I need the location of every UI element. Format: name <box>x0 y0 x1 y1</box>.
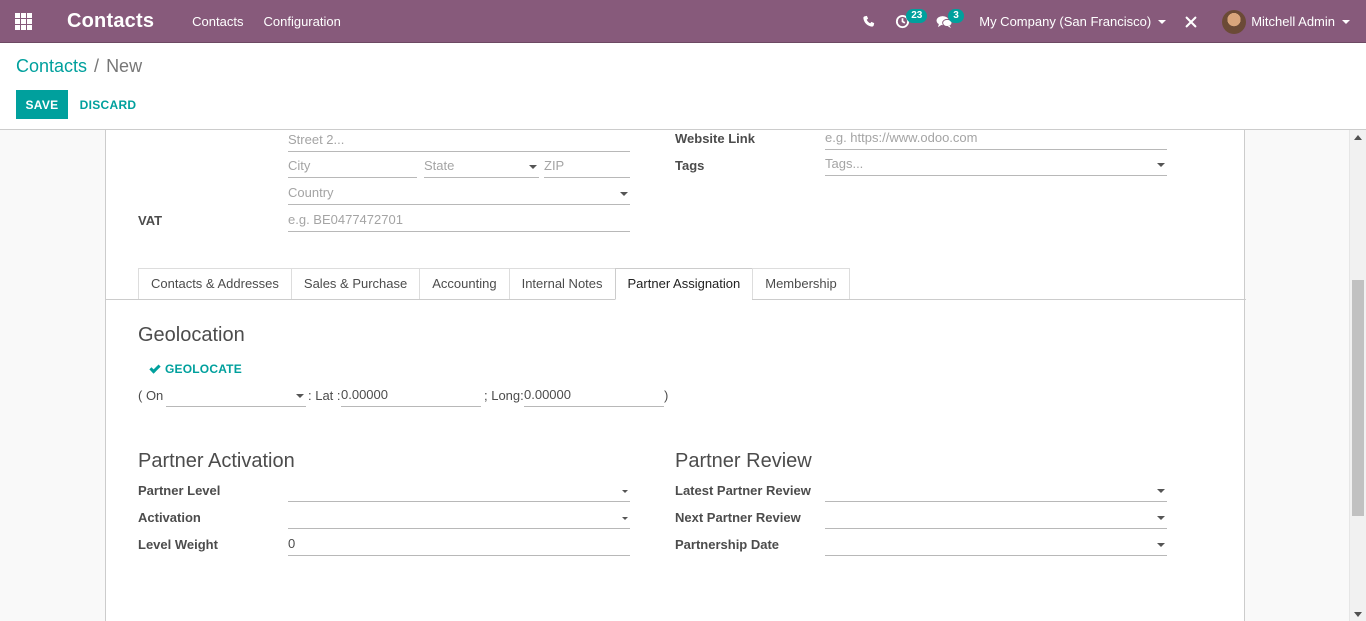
latest-review-date[interactable] <box>825 480 1167 502</box>
activation-label: Activation <box>138 510 201 525</box>
geo-date-select[interactable] <box>166 385 306 407</box>
scrollbar-thumb[interactable] <box>1352 280 1364 516</box>
geo-on-prefix: ( On <box>138 388 164 403</box>
website-label: Website Link <box>675 131 755 146</box>
partnership-date[interactable] <box>825 534 1167 556</box>
state-select[interactable]: State <box>424 156 539 178</box>
messages-icon[interactable]: 3 <box>936 0 964 43</box>
geo-close-paren: ) <box>664 388 669 403</box>
control-panel: Contacts / New SAVE DISCARD <box>0 43 1366 130</box>
discard-button[interactable]: DISCARD <box>75 90 141 119</box>
tags-label: Tags <box>675 158 705 173</box>
chevron-down-icon <box>1157 489 1165 493</box>
user-name: Mitchell Admin <box>1251 14 1335 29</box>
partner-level-label: Partner Level <box>138 483 221 498</box>
zip-field[interactable]: ZIP <box>544 156 630 178</box>
chevron-down-icon <box>620 192 628 196</box>
lat-label: : Lat : <box>308 388 341 403</box>
activity-clock-icon[interactable]: 23 <box>895 0 928 43</box>
tab-internal-notes[interactable]: Internal Notes <box>508 268 615 300</box>
breadcrumb-separator: / <box>94 56 100 76</box>
menu-contacts[interactable]: Contacts <box>192 14 243 29</box>
level-weight-field[interactable]: 0 <box>288 534 630 556</box>
phone-icon[interactable] <box>862 0 875 43</box>
save-button[interactable]: SAVE <box>16 90 68 119</box>
form-sheet: Street 2... City State ZIP Country VAT e… <box>105 128 1246 621</box>
long-label: ; Long: <box>484 388 524 403</box>
top-navbar: Contacts Contacts Configuration 23 3 My … <box>0 0 1366 43</box>
activation-select[interactable] <box>288 507 630 529</box>
website-field[interactable]: e.g. https://www.odoo.com <box>825 128 1167 150</box>
country-select[interactable]: Country <box>288 183 630 205</box>
vertical-scrollbar[interactable] <box>1349 130 1366 621</box>
chevron-down-icon <box>622 490 628 493</box>
tags-select[interactable]: Tags... <box>825 154 1167 176</box>
user-menu[interactable]: Mitchell Admin <box>1222 9 1350 34</box>
chevron-down-icon <box>1342 19 1350 24</box>
activity-badge: 23 <box>906 9 928 23</box>
latest-review-label: Latest Partner Review <box>675 483 811 498</box>
street2-field[interactable]: Street 2... <box>288 130 630 152</box>
chevron-down-icon <box>296 394 304 398</box>
tab-contacts-addresses[interactable]: Contacts & Addresses <box>138 268 291 300</box>
tab-partner-assignation[interactable]: Partner Assignation <box>614 268 753 300</box>
chevron-down-icon <box>1158 19 1167 24</box>
tab-accounting[interactable]: Accounting <box>419 268 509 300</box>
company-switcher[interactable]: My Company (San Francisco) <box>979 14 1167 29</box>
avatar <box>1222 9 1247 34</box>
longitude-field[interactable]: 0.00000 <box>524 385 664 407</box>
city-field[interactable]: City <box>288 156 417 178</box>
scroll-up-arrow-icon[interactable] <box>1354 135 1362 140</box>
chevron-down-icon <box>529 165 537 169</box>
debug-tools-icon[interactable] <box>1184 0 1198 43</box>
next-review-label: Next Partner Review <box>675 510 801 525</box>
partner-activation-title: Partner Activation <box>138 450 295 472</box>
chevron-down-icon <box>1157 163 1165 167</box>
next-review-date[interactable] <box>825 507 1167 529</box>
partnership-date-label: Partnership Date <box>675 537 780 552</box>
partner-review-title: Partner Review <box>675 450 812 472</box>
messages-badge: 3 <box>948 9 964 23</box>
vat-label: VAT <box>138 213 163 228</box>
tab-membership[interactable]: Membership <box>752 268 850 300</box>
chevron-down-icon <box>622 517 628 520</box>
apps-menu-icon[interactable] <box>0 0 46 43</box>
breadcrumb: Contacts / New <box>16 56 142 77</box>
breadcrumb-contacts[interactable]: Contacts <box>16 56 87 77</box>
notebook-tabs: Contacts & Addresses Sales & Purchase Ac… <box>138 268 850 300</box>
breadcrumb-current: New <box>106 56 143 76</box>
vat-field[interactable]: e.g. BE0477472701 <box>288 210 630 232</box>
latitude-field[interactable]: 0.00000 <box>341 385 481 407</box>
chevron-down-icon <box>1157 543 1165 547</box>
menu-configuration[interactable]: Configuration <box>263 14 340 29</box>
geolocate-button[interactable]: GEOLOCATE <box>149 361 242 376</box>
company-name: My Company (San Francisco) <box>979 14 1152 29</box>
level-weight-label: Level Weight <box>138 537 218 552</box>
scroll-down-arrow-icon[interactable] <box>1354 612 1362 617</box>
chevron-down-icon <box>1157 516 1165 520</box>
tab-sales-purchase[interactable]: Sales & Purchase <box>290 268 420 300</box>
partner-level-select[interactable] <box>288 480 630 502</box>
geolocation-title: Geolocation <box>138 324 245 346</box>
check-icon <box>149 361 161 374</box>
app-name: Contacts <box>67 9 155 32</box>
